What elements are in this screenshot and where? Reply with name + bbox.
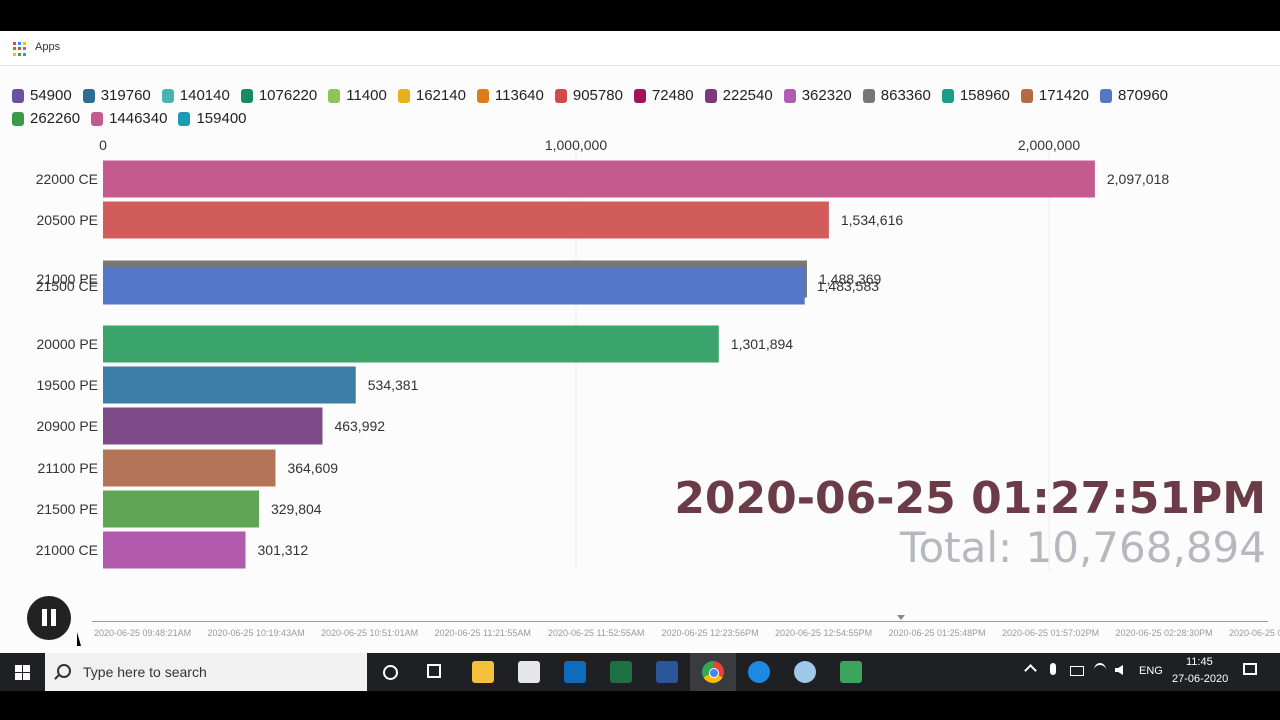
task-view-icon[interactable] [427, 664, 441, 678]
category-label: 21000 CE [36, 542, 98, 558]
bar [103, 325, 719, 363]
camtasia-icon[interactable] [840, 661, 862, 683]
taskbar-search[interactable]: Type here to search [45, 653, 367, 691]
timeline-label: 2020-06-25 01:57:02PM [1002, 628, 1100, 638]
timeline-label: 2020-06-25 10:19:43AM [207, 628, 305, 638]
bar [103, 407, 323, 445]
value-label: 534,381 [368, 377, 419, 393]
pause-button[interactable] [27, 596, 71, 640]
x-tick-label: 1,000,000 [545, 137, 607, 153]
bookmarks-bar: Apps [0, 31, 1280, 66]
bar [103, 449, 276, 487]
microphone-icon[interactable] [1050, 663, 1056, 675]
value-label: 301,312 [258, 542, 309, 558]
battery-icon[interactable] [1070, 666, 1084, 676]
timeline-label: 2020-06-25 01:25:48PM [888, 628, 986, 638]
x-tick-label: 0 [99, 137, 107, 153]
bar [103, 267, 805, 305]
volume-icon[interactable] [1115, 665, 1123, 675]
notification-icon[interactable] [1243, 663, 1257, 675]
value-label: 329,804 [271, 501, 322, 517]
bar [103, 531, 246, 569]
category-label: 21100 PE [38, 460, 98, 476]
search-placeholder: Type here to search [83, 664, 207, 680]
timeline-label: 2020-06-25 09:48:21AM [94, 628, 192, 638]
value-label: 2,097,018 [1107, 171, 1169, 187]
bar [103, 160, 1095, 198]
value-label: 1,483,583 [817, 278, 879, 294]
total-label: Total: 10,768,894 [899, 523, 1266, 572]
apps-icon[interactable] [13, 42, 27, 56]
timeline-label: 2020-06-25 10:51:01AM [321, 628, 419, 638]
chevron-up-icon[interactable] [1024, 664, 1037, 677]
word-icon[interactable] [656, 661, 678, 683]
bar [103, 201, 829, 239]
app-icon[interactable] [518, 661, 540, 683]
windows-icon [14, 664, 30, 680]
start-button[interactable] [0, 653, 44, 691]
category-label: 20000 PE [37, 336, 99, 352]
timeline-slider[interactable] [92, 621, 1268, 622]
category-label: 20500 PE [37, 212, 99, 228]
cortana-icon[interactable] [383, 665, 398, 680]
timeline-label: 2020-06-25 02:28:30PM [1115, 628, 1213, 638]
timeline-label: 2020-06-25 02:59:51PM [1229, 628, 1280, 638]
chrome-icon[interactable] [690, 653, 736, 691]
timeline-handle[interactable] [897, 615, 905, 620]
bar [103, 490, 259, 528]
paint-icon[interactable] [794, 661, 816, 683]
clock-time[interactable]: 11:45 [1186, 656, 1213, 668]
current-date-label: 2020-06-25 01:27:51PM [674, 473, 1266, 524]
excel-icon[interactable] [610, 661, 632, 683]
category-label: 20900 PE [37, 418, 99, 434]
search-icon [57, 664, 71, 678]
timeline-label: 2020-06-25 11:21:55AM [434, 628, 531, 638]
value-label: 1,534,616 [841, 212, 903, 228]
x-tick-label: 2,000,000 [1018, 137, 1080, 153]
apps-label[interactable]: Apps [35, 41, 60, 53]
category-label: 19500 PE [37, 377, 99, 393]
timeline-label: 2020-06-25 11:52:55AM [548, 628, 645, 638]
category-label: 22000 CE [36, 171, 98, 187]
bar [103, 366, 356, 404]
value-label: 1,301,894 [731, 336, 793, 352]
outlook-icon[interactable] [564, 661, 586, 683]
value-label: 364,609 [287, 460, 338, 476]
wifi-icon[interactable] [1094, 663, 1106, 677]
timeline-label: 2020-06-25 12:54:55PM [775, 628, 873, 638]
pause-icon [42, 609, 47, 626]
mouse-cursor-icon [77, 632, 85, 646]
file-explorer-icon[interactable] [472, 661, 494, 683]
language-indicator[interactable]: ENG [1139, 665, 1163, 677]
taskbar: Type here to search ENG 11:45 27-06-2020 [0, 653, 1280, 691]
clock-date[interactable]: 27-06-2020 [1172, 673, 1228, 685]
screen-bottom-border [0, 691, 1280, 720]
edge-icon[interactable] [748, 661, 770, 683]
category-label: 21500 CE [36, 278, 98, 294]
timeline-label: 2020-06-25 12:23:56PM [661, 628, 759, 638]
value-label: 463,992 [334, 418, 385, 434]
pause-icon-bar [51, 609, 56, 626]
category-label: 21500 PE [37, 501, 99, 517]
